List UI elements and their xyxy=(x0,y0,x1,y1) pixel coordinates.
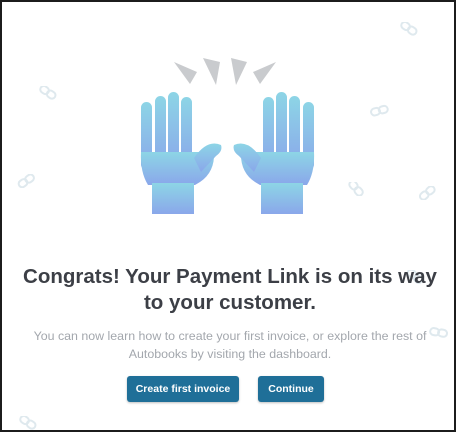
left-hand-icon xyxy=(140,92,222,214)
burst-icon xyxy=(174,58,276,85)
right-hand-icon xyxy=(233,92,315,214)
next-steps-text: You can now learn how to create your fir… xyxy=(33,329,427,361)
raised-hands-icon xyxy=(140,58,315,214)
create-first-invoice-button[interactable]: Create first invoice xyxy=(127,376,239,402)
link-icon xyxy=(19,416,37,430)
continue-button[interactable]: Continue xyxy=(258,376,324,402)
success-dialog: Congrats! Your Payment Link is on its wa… xyxy=(0,0,456,432)
congrats-title: Congrats! Your Payment Link is on its wa… xyxy=(23,265,437,314)
